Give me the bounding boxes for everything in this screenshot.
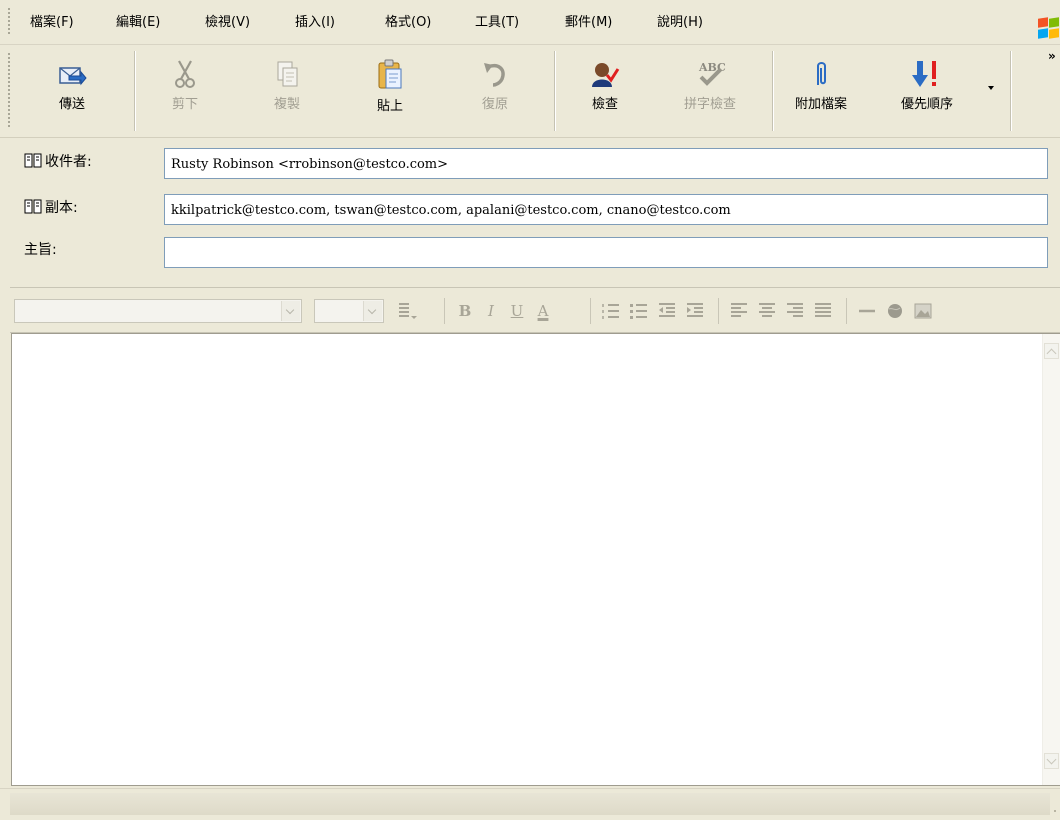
attach-label: 附加檔案 (794, 97, 847, 112)
cut-label: 剪下 (171, 97, 198, 112)
address-book-icon (24, 153, 42, 168)
undo-icon (484, 63, 505, 87)
to-label[interactable]: 收件者: (24, 151, 92, 171)
bullet-list-icon[interactable] (628, 300, 650, 322)
address-book-icon (24, 199, 42, 214)
italic-button[interactable]: I (480, 300, 502, 322)
priority-label: 優先順序 (900, 97, 953, 112)
menu-edit[interactable]: 編輯(E) (116, 14, 160, 32)
menu-bar: 檔案(F) 編輯(E) 檢視(V) 插入(I) 格式(O) 工具(T) 郵件(M… (0, 0, 1060, 45)
menu-view[interactable]: 檢視(V) (205, 14, 250, 32)
vertical-scrollbar[interactable] (1042, 334, 1060, 785)
paste-button[interactable]: 貼上 (364, 59, 416, 123)
standard-toolbar: 傳送 剪下 複製 貼上 復原 檢查 ABC 拼字檢查 附加檔案 優先順序 » (0, 45, 1060, 138)
font-size-select[interactable] (314, 299, 384, 323)
status-bar (0, 788, 1060, 820)
copy-button[interactable]: 複製 (262, 59, 312, 123)
toolbar-overflow-chevron-icon[interactable]: » (1048, 49, 1056, 63)
insert-picture-icon[interactable] (912, 300, 934, 322)
spelling-label: 拼字檢查 (683, 97, 736, 112)
menu-tools[interactable]: 工具(T) (475, 14, 519, 32)
paperclip-icon (817, 62, 826, 85)
underline-button[interactable]: U (506, 300, 528, 322)
paste-label: 貼上 (376, 99, 403, 114)
toolbar-separator (772, 51, 774, 131)
toolbar-separator (444, 298, 445, 324)
toolbar-grip[interactable] (8, 53, 10, 129)
status-bar-panel (10, 793, 1050, 815)
spell-check-icon-text: ABC (698, 61, 726, 74)
cc-field[interactable]: kkilpatrick@testco.com, tswan@testco.com… (164, 194, 1048, 225)
check-names-label: 檢查 (591, 97, 618, 112)
send-icon (59, 67, 87, 86)
hyperlink-globe-icon[interactable] (884, 300, 906, 322)
windows-logo-icon (1034, 17, 1060, 40)
undo-label: 復原 (481, 97, 508, 112)
resize-grip-icon[interactable] (1054, 810, 1056, 812)
justify-icon[interactable] (812, 300, 834, 322)
menu-file[interactable]: 檔案(F) (30, 14, 74, 32)
priority-button[interactable]: 優先順序 (886, 59, 968, 123)
spelling-button[interactable]: ABC 拼字檢查 (670, 59, 750, 123)
check-names-icon (592, 63, 620, 87)
scissors-icon (175, 60, 195, 88)
cut-button[interactable]: 剪下 (160, 59, 210, 123)
horizontal-line-icon[interactable] (856, 300, 878, 322)
align-right-icon[interactable] (784, 300, 806, 322)
align-left-icon[interactable] (728, 300, 750, 322)
subject-field[interactable] (164, 237, 1048, 268)
scroll-up-arrow-icon[interactable] (1044, 343, 1059, 359)
copy-label: 複製 (273, 97, 300, 112)
subject-label: 主旨: (24, 242, 57, 258)
toolbar-separator (718, 298, 719, 324)
message-body[interactable] (11, 333, 1060, 786)
toolbar-separator (134, 51, 136, 131)
priority-dropdown-arrow-icon[interactable] (988, 86, 994, 90)
scroll-down-arrow-icon[interactable] (1044, 753, 1059, 769)
font-name-select[interactable] (14, 299, 302, 323)
priority-icon (912, 61, 936, 87)
attach-button[interactable]: 附加檔案 (786, 59, 856, 123)
paragraph-style-icon[interactable] (396, 300, 418, 322)
toolbar-separator (554, 51, 556, 131)
bold-button[interactable]: B (454, 300, 476, 322)
increase-indent-icon[interactable] (684, 300, 706, 322)
numbered-list-icon[interactable] (600, 300, 622, 322)
check-names-button[interactable]: 檢查 (578, 59, 632, 123)
chevron-down-icon (363, 301, 382, 321)
toolbar-separator (846, 298, 847, 324)
font-color-button[interactable]: A (532, 300, 554, 322)
menu-message[interactable]: 郵件(M) (565, 14, 612, 32)
copy-icon (277, 61, 298, 87)
menu-insert[interactable]: 插入(I) (295, 14, 335, 32)
send-label: 傳送 (58, 97, 85, 112)
paste-icon (378, 59, 402, 89)
menu-help[interactable]: 說明(H) (657, 14, 703, 32)
toolbar-separator (1010, 51, 1012, 131)
undo-button[interactable]: 復原 (470, 59, 520, 123)
cc-label-text: 副本: (45, 200, 78, 216)
menu-bar-grip[interactable] (8, 8, 10, 36)
send-button[interactable]: 傳送 (44, 59, 100, 123)
to-label-text: 收件者: (45, 154, 92, 170)
cc-label[interactable]: 副本: (24, 197, 78, 217)
chevron-down-icon (281, 301, 300, 321)
align-center-icon[interactable] (756, 300, 778, 322)
toolbar-separator (590, 298, 591, 324)
decrease-indent-icon[interactable] (656, 300, 678, 322)
spell-check-icon: ABC (698, 61, 726, 86)
to-field[interactable]: Rusty Robinson <rrobinson@testco.com> (164, 148, 1048, 179)
formatting-toolbar: B I U A (10, 287, 1060, 333)
menu-format[interactable]: 格式(O) (385, 14, 431, 32)
